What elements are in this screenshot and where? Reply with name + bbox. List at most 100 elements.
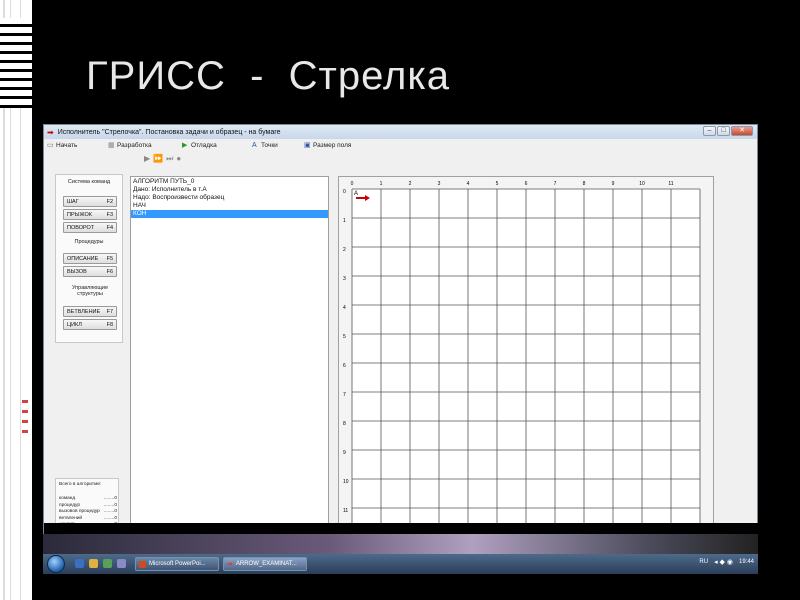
fast-forward-icon[interactable]: ⏭ <box>166 154 173 164</box>
point-a-label: А <box>354 191 358 197</box>
develop-icon: ▦ <box>108 142 115 149</box>
close-button[interactable]: ✕ <box>731 126 753 136</box>
field-grid[interactable]: 0 1 2 3 4 5 6 7 8 9 10 11 0 1 2 3 4 5 6 7 8 9 10 11 А <box>338 176 714 538</box>
row-number: 11 <box>343 508 348 514</box>
row-number: 4 <box>343 305 346 311</box>
stat-label: процедур <box>59 502 81 508</box>
menu-item-1[interactable]: ▦ Разработка <box>108 142 152 149</box>
slide-title: ГРИСС - Стрелка <box>86 54 450 98</box>
program-line[interactable]: АЛГОРИТМ ПУТЬ_0 <box>133 178 194 186</box>
start-button[interactable] <box>47 555 65 573</box>
task-arrow-app[interactable]: ➡ ARROW_EXAMINAT... <box>223 557 307 571</box>
app-screenshot: ➡ Исполнитель "Стрелочка". Постановка за… <box>43 124 758 578</box>
quicklaunch-folder-icon[interactable] <box>89 559 98 568</box>
stat-value: ........0 <box>103 496 117 501</box>
step-forward-icon[interactable]: ⏩ <box>153 154 163 164</box>
run-icon[interactable]: ▶ <box>144 154 150 164</box>
slide: ГРИСС - Стрелка ➡ Исполнитель "Стрелочка… <box>0 0 800 600</box>
cmd-turn-button[interactable]: ПОВОРОТ F4 <box>63 222 117 233</box>
stats-heading: Всего в алгоритме: <box>59 482 102 487</box>
ctrl-loop-button[interactable]: ЦИКЛ F8 <box>63 319 117 330</box>
window-title: Исполнитель "Стрелочка". Постановка зада… <box>57 128 281 136</box>
field-grid-canvas: 0 1 2 3 4 5 6 7 8 9 10 11 0 1 2 3 4 5 6 7 8 9 10 11 А <box>343 181 701 538</box>
quicklaunch-ie-icon[interactable] <box>75 559 84 568</box>
row-number: 9 <box>343 450 346 456</box>
column-number: 8 <box>583 181 586 187</box>
procedures-heading: Процедуры <box>74 239 104 245</box>
column-number: 10 <box>639 181 645 187</box>
stat-row: вызовов процедур ........0 <box>59 509 117 514</box>
start-icon: ▭ <box>47 142 54 149</box>
menu-item-label: Начать <box>56 142 78 149</box>
decoration-mark <box>22 410 28 413</box>
slide-left-decoration <box>0 0 32 600</box>
arrow-app-icon: ➡ <box>47 127 54 137</box>
system-tray: RU ◂ ◆ ◉ 19:44 <box>699 558 754 566</box>
column-number: 5 <box>496 181 499 187</box>
program-line[interactable]: Надо: Воспроизвести образец <box>133 194 224 202</box>
column-number: 11 <box>668 181 673 187</box>
stat-label: ветвлений <box>59 515 83 521</box>
menu-item-4[interactable]: ▣ Размер поля <box>304 142 351 149</box>
row-number: 0 <box>343 189 346 195</box>
decoration-mark <box>22 430 28 433</box>
row-number: 8 <box>343 421 346 427</box>
language-indicator[interactable]: RU <box>699 559 708 565</box>
menu-item-3[interactable]: A Точки <box>252 142 278 149</box>
menubar: ▭ Начать ▦ Разработка ▶ Отладка A Точки ▣ Размер … <box>44 140 757 153</box>
stat-row: команд ........0 <box>59 496 117 501</box>
program-line[interactable]: Дано: Исполнитель в т.А <box>133 186 207 194</box>
system-heading: Система команд <box>67 179 111 185</box>
menu-item-label: Разработка <box>117 142 152 149</box>
column-number: 7 <box>554 181 557 187</box>
tray-icons: ◂ ◆ ◉ <box>714 559 733 566</box>
stat-row: процедур ........0 <box>59 503 117 508</box>
row-number: 1 <box>343 218 346 224</box>
column-number: 9 <box>612 181 615 187</box>
minimize-button[interactable]: – <box>703 126 716 136</box>
menu-item-label: Отладка <box>191 142 217 149</box>
control-heading: Управляющие структуры <box>71 285 109 297</box>
proc-description-button[interactable]: ОПИСАНИЕ F5 <box>63 253 117 264</box>
arrow-app-icon: ➡ <box>227 561 233 568</box>
stop-icon[interactable]: ● <box>176 154 181 164</box>
column-number: 2 <box>409 181 412 187</box>
play-icon: ▶ <box>182 142 188 149</box>
menu-item-label: Точки <box>261 142 278 149</box>
stat-label: команд <box>59 496 76 501</box>
program-line[interactable]: НАЧ <box>133 202 146 210</box>
stat-value: ........0 <box>103 515 117 521</box>
app-window: ➡ Исполнитель "Стрелочка". Постановка за… <box>43 124 758 538</box>
clock[interactable]: 19:44 <box>739 559 754 565</box>
quicklaunch-desktop-icon[interactable] <box>117 559 126 568</box>
cmd-step-button[interactable]: ШАГ F2 <box>63 196 117 207</box>
stat-value: ........0 <box>103 509 117 514</box>
column-number: 3 <box>438 181 441 187</box>
window-titlebar: ➡ Исполнитель "Стрелочка". Постановка за… <box>44 125 757 139</box>
decoration-mark <box>22 400 28 403</box>
cmd-jump-button[interactable]: ПРЫЖОК F3 <box>63 209 117 220</box>
column-number: 6 <box>525 181 528 187</box>
decoration-block <box>0 18 32 108</box>
row-number: 7 <box>343 392 346 398</box>
menu-item-2[interactable]: ▶ Отладка <box>182 142 217 149</box>
maximize-button[interactable]: □ <box>717 126 730 136</box>
program-editor[interactable]: АЛГОРИТМ ПУТЬ_0 Дано: Исполнитель в т.А … <box>130 176 329 531</box>
ctrl-branch-button[interactable]: ВЕТВЛЕНИЕ F7 <box>63 306 117 317</box>
quicklaunch-media-icon[interactable] <box>103 559 112 568</box>
points-icon: A <box>252 142 257 149</box>
menu-item-label: Размер поля <box>313 142 352 149</box>
menu-item-0[interactable]: ▭ Начать <box>47 142 77 149</box>
powerpoint-icon <box>139 560 146 568</box>
task-powerpoint[interactable]: Microsoft PowerPoi... <box>135 557 219 571</box>
proc-call-button[interactable]: ВЫЗОВ F6 <box>63 266 117 277</box>
stat-value: ........0 <box>103 502 117 508</box>
stat-label: вызовов процедур <box>59 509 100 514</box>
column-number: 0 <box>351 181 354 187</box>
taskbar: Microsoft PowerPoi... ➡ ARROW_EXAMINAT..… <box>43 554 758 574</box>
decoration-mark <box>22 420 28 423</box>
program-line[interactable]: КОН <box>131 210 328 218</box>
row-number: 6 <box>343 363 346 369</box>
row-number: 5 <box>343 334 346 340</box>
field-size-icon: ▣ <box>304 142 311 149</box>
